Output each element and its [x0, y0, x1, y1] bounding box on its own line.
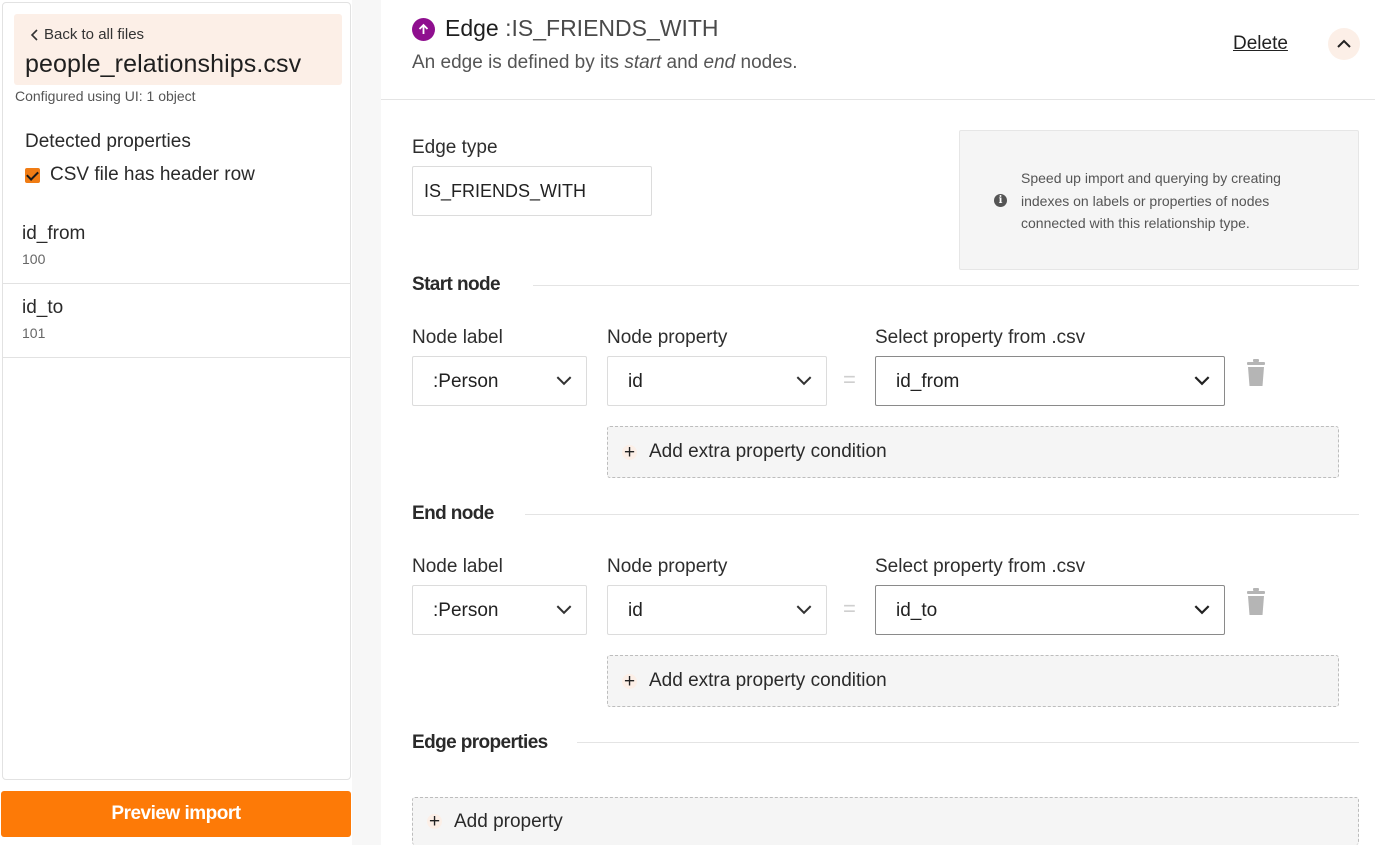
header-row-label: CSV file has header row: [50, 164, 255, 185]
edge-properties-title: Edge properties: [412, 732, 548, 753]
start-add-condition-button[interactable]: + Add extra property condition: [607, 426, 1339, 478]
subtitle-text: nodes.: [735, 52, 798, 73]
select-value: id_from: [896, 371, 960, 392]
file-name: people_relationships.csv: [25, 50, 302, 78]
chevron-down-icon: [1194, 376, 1210, 386]
chevron-down-icon: [556, 605, 572, 615]
end-node-property-title: Node property: [607, 556, 728, 577]
config-status: Configured using UI: 1 object: [15, 88, 196, 104]
list-item[interactable]: id_to 101: [2, 284, 351, 358]
start-node-property-select[interactable]: id: [607, 356, 827, 406]
end-node-label-title: Node label: [412, 556, 503, 577]
delete-edge-link[interactable]: Delete: [1233, 33, 1288, 55]
add-property-label: Add property: [454, 810, 563, 832]
sidebar-panel: Back to all files people_relationships.c…: [2, 2, 351, 780]
divider: [577, 742, 1359, 743]
property-name: id_from: [22, 223, 86, 244]
sidebar: Back to all files people_relationships.c…: [0, 0, 352, 845]
back-link-label: Back to all files: [44, 26, 145, 43]
select-value: :Person: [433, 600, 499, 621]
chevron-down-icon: [796, 376, 812, 386]
subtitle-start: start: [624, 52, 662, 73]
start-csv-property-select[interactable]: id_from: [875, 356, 1225, 406]
start-node-title: Start node: [412, 274, 501, 295]
add-condition-label: Add extra property condition: [649, 670, 887, 691]
trash-icon[interactable]: [1244, 359, 1268, 387]
detected-properties-title: Detected properties: [25, 131, 191, 152]
equals-sign: =: [843, 596, 856, 621]
end-node-label-select[interactable]: :Person: [412, 585, 587, 635]
file-header: Back to all files people_relationships.c…: [14, 14, 342, 85]
plus-icon: +: [622, 670, 637, 692]
info-icon: i: [994, 194, 1007, 207]
edge-subtitle: An edge is defined by its start and end …: [412, 52, 798, 74]
start-node-property-title: Node property: [607, 327, 728, 348]
property-name: id_to: [22, 297, 64, 318]
select-value: id: [628, 600, 643, 621]
end-csv-property-select[interactable]: id_to: [875, 585, 1225, 635]
end-node-title: End node: [412, 503, 494, 524]
property-sample: 100: [22, 251, 46, 267]
arrow-up-circle-icon: [412, 18, 435, 41]
collapse-button[interactable]: [1328, 28, 1360, 60]
chevron-left-icon: [30, 28, 38, 41]
end-add-condition-button[interactable]: + Add extra property condition: [607, 655, 1339, 707]
select-value: :Person: [433, 371, 499, 392]
edge-header: Edge :IS_FRIENDS_WITH An edge is defined…: [381, 0, 1375, 100]
divider: [533, 285, 1359, 286]
preview-import-button[interactable]: Preview import: [1, 791, 351, 837]
info-text: Speed up import and querying by creating…: [1021, 170, 1281, 231]
add-condition-label: Add extra property condition: [649, 441, 887, 462]
start-node-label-title: Node label: [412, 327, 503, 348]
end-node-property-select[interactable]: id: [607, 585, 827, 635]
end-csv-property-title: Select property from .csv: [875, 556, 1086, 577]
divider: [525, 514, 1359, 515]
chevron-down-icon: [556, 376, 572, 386]
property-list: id_from 100 id_to 101: [2, 210, 351, 358]
gutter: [352, 0, 381, 845]
add-property-button[interactable]: + Add property: [412, 797, 1359, 845]
header-row-checkbox[interactable]: [25, 167, 40, 183]
edge-editor: Edge :IS_FRIENDS_WITH An edge is defined…: [381, 0, 1375, 845]
select-value: id_to: [896, 600, 938, 621]
edge-title-type: :IS_FRIENDS_WITH: [505, 15, 719, 41]
subtitle-text: and: [661, 52, 704, 73]
header-row-checkbox-row[interactable]: CSV file has header row: [25, 164, 255, 186]
chevron-down-icon: [796, 605, 812, 615]
start-csv-property-title: Select property from .csv: [875, 327, 1086, 348]
start-node-label-select[interactable]: :Person: [412, 356, 587, 406]
chevron-up-icon: [1337, 39, 1351, 48]
subtitle-end: end: [703, 52, 736, 73]
subtitle-text: An edge is defined by its: [412, 52, 625, 73]
equals-sign: =: [843, 367, 856, 392]
edge-title: Edge :IS_FRIENDS_WITH: [445, 15, 719, 42]
plus-icon: +: [427, 811, 442, 832]
edge-type-label: Edge type: [412, 137, 498, 158]
select-value: id: [628, 371, 643, 392]
back-to-files-link[interactable]: Back to all files: [30, 26, 144, 43]
index-info-box: i Speed up import and querying by creati…: [959, 130, 1359, 270]
trash-icon[interactable]: [1244, 588, 1268, 616]
chevron-down-icon: [1194, 605, 1210, 615]
edge-title-prefix: Edge: [445, 15, 499, 41]
plus-icon: +: [622, 441, 637, 463]
list-item[interactable]: id_from 100: [2, 210, 351, 284]
edge-type-input[interactable]: IS_FRIENDS_WITH: [412, 166, 652, 216]
property-sample: 101: [22, 325, 46, 341]
